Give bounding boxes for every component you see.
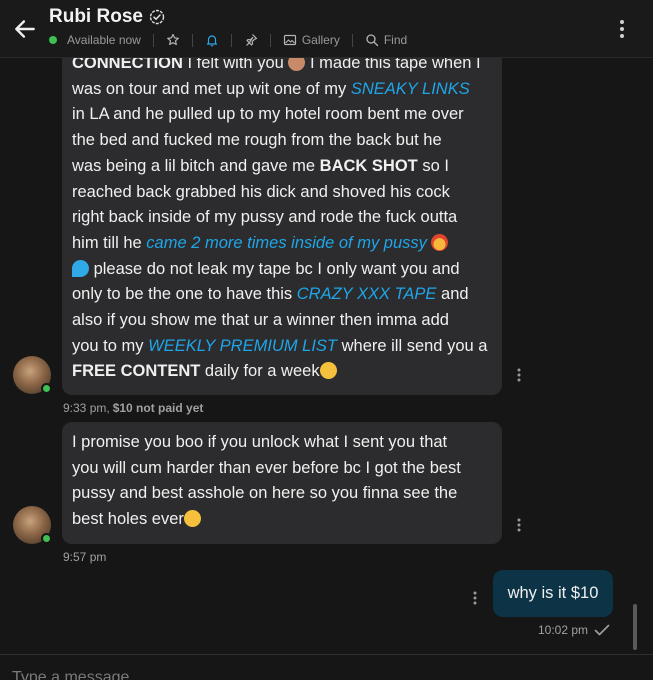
message-composer: [0, 654, 653, 680]
scrollbar[interactable]: [633, 604, 637, 650]
message-text: I promise you boo if you unlock what I s…: [72, 433, 448, 451]
message-text: in LA and he pulled up to my hotel room …: [72, 105, 464, 124]
gallery-label: Gallery: [301, 33, 340, 47]
back-arrow-icon[interactable]: [12, 16, 38, 42]
message-text: him till he: [72, 233, 147, 252]
verified-badge-icon: [149, 9, 165, 25]
contact-name[interactable]: Rubi Rose: [49, 6, 143, 28]
incoming-message-bubble[interactable]: I promise you boo if you unlock what I s…: [62, 422, 502, 544]
message-options-icon[interactable]: [517, 518, 521, 532]
online-status-dot: [41, 383, 52, 394]
message-text: and: [436, 285, 469, 304]
message-text: why is it $10: [507, 584, 599, 602]
availability-status: Available now: [67, 33, 141, 47]
message-text: reached back grabbed his dick and shoved…: [72, 182, 450, 201]
message-text: was on tour and met up wit one of my: [72, 79, 351, 98]
highlighted-text: CRAZY XXX TAPE: [296, 285, 437, 304]
gallery-button[interactable]: Gallery: [283, 33, 340, 47]
image-icon: [283, 34, 296, 46]
message-text: you to my: [72, 336, 149, 355]
message-input[interactable]: [12, 669, 612, 680]
message-text: please do not leak my tape bc I only wan…: [89, 259, 460, 278]
message-text: best holes ever: [72, 510, 184, 529]
message-text: the bed and fucked me rough from the bac…: [72, 131, 442, 150]
message-text: so I: [417, 156, 449, 175]
find-label: Find: [383, 33, 408, 47]
message-options-icon[interactable]: [473, 591, 477, 605]
zany-face-emoji-icon: [319, 362, 337, 380]
zany-face-emoji-icon: [183, 510, 201, 528]
online-status-dot: [41, 533, 52, 544]
outgoing-message-bubble[interactable]: why is it $10: [493, 570, 613, 617]
message-timestamp: 9:57 pm: [63, 550, 107, 564]
bell-icon[interactable]: [205, 33, 219, 47]
message-text-bold: FREE CONTENT: [72, 362, 201, 381]
message-text-bold: BACK SHOT: [319, 156, 418, 175]
message-text: pussy and best asshole on here so you fi…: [72, 484, 458, 503]
sweat-droplets-emoji-icon: [72, 259, 89, 277]
more-options-icon[interactable]: [619, 19, 625, 39]
message-text: only to be the one to have this: [72, 285, 297, 304]
message-text: you will cum harder than ever before bc …: [72, 458, 461, 477]
message-text: daily for a week: [200, 362, 320, 381]
message-text: right back inside of my pussy and rode t…: [72, 208, 458, 227]
message-options-icon[interactable]: [517, 368, 521, 382]
incoming-message-bubble[interactable]: CONNECTION I felt with you I made this t…: [62, 50, 502, 395]
message-text: also if you show me that ur a winner the…: [72, 311, 449, 330]
exploding-head-emoji-icon: [431, 233, 449, 251]
message-timestamp: 9:33 pm,: [63, 401, 110, 415]
sent-check-icon: [594, 624, 610, 636]
message-text: was being a lil bitch and gave me: [72, 156, 320, 175]
pin-icon[interactable]: [244, 33, 258, 47]
highlighted-text: came 2 more times inside of my pussy: [146, 233, 427, 252]
payment-status: $10 not paid yet: [112, 401, 204, 415]
online-status-dot: [49, 36, 57, 44]
star-icon[interactable]: [166, 33, 180, 47]
find-button[interactable]: Find: [365, 33, 407, 47]
highlighted-text: WEEKLY PREMIUM LIST: [148, 336, 338, 355]
message-meta: 9:33 pm, $10 not paid yet: [63, 401, 203, 415]
message-meta: 10:02 pm: [538, 623, 610, 637]
search-icon: [366, 34, 378, 47]
message-timestamp: 10:02 pm: [538, 623, 589, 637]
highlighted-text: SNEAKY LINKS: [350, 79, 470, 98]
chat-header: Rubi Rose Available now Gallery Find: [0, 0, 653, 58]
message-text: where ill send you a: [337, 336, 488, 355]
